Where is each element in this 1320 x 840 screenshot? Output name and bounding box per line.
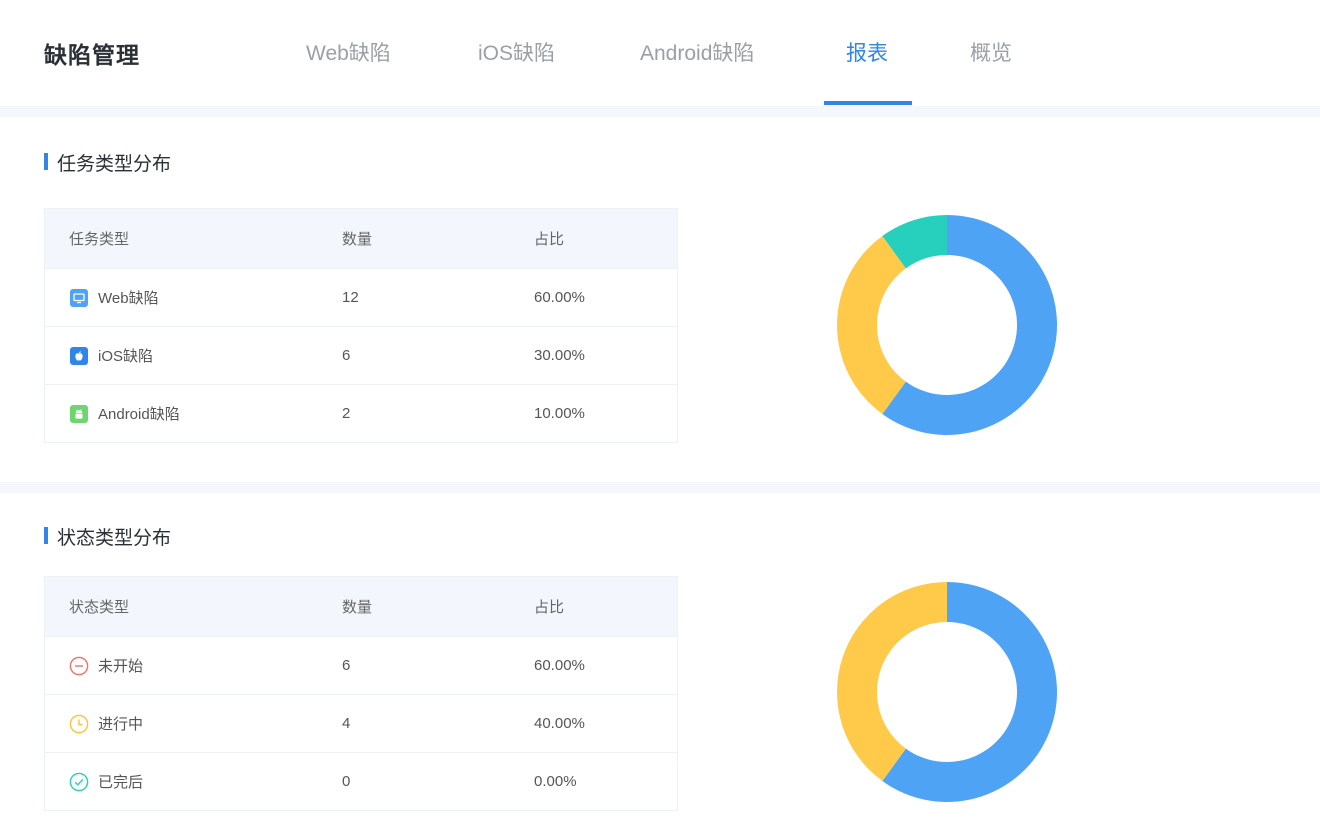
row-count: 6 (342, 347, 351, 364)
row-status-name: 未开始 (98, 658, 144, 675)
row-ratio: 60.00% (534, 657, 585, 674)
column-header-ratio: 占比 (534, 231, 565, 248)
table-row[interactable]: 进行中 4 40.00% (45, 694, 677, 752)
top-nav: 缺陷管理 Web缺陷 iOS缺陷 Android缺陷 报表 概览 (0, 0, 1320, 106)
donut-slice-2[interactable] (837, 236, 906, 414)
row-count: 6 (342, 657, 351, 674)
column-header-type: 任务类型 (69, 231, 130, 248)
monitor-icon (69, 288, 89, 308)
row-status-name: 进行中 (98, 716, 144, 733)
tab-android-defects[interactable]: Android缺陷 (640, 37, 754, 67)
row-type-name: Web缺陷 (98, 290, 159, 307)
row-count: 12 (342, 289, 359, 306)
clock-icon (69, 714, 89, 734)
column-header-ratio: 占比 (534, 599, 565, 616)
column-header-type: 状态类型 (69, 599, 130, 616)
minus-circle-icon (69, 656, 89, 676)
row-ratio: 60.00% (534, 289, 585, 306)
row-type-name: iOS缺陷 (98, 348, 154, 365)
check-circle-icon (69, 772, 89, 792)
app-title: 缺陷管理 (44, 42, 140, 68)
table-header-row: 状态类型 数量 占比 (45, 577, 677, 636)
task-type-section-title: 任务类型分布 (44, 149, 171, 176)
donut-slice-2[interactable] (837, 582, 947, 781)
table-header-row: 任务类型 数量 占比 (45, 209, 677, 268)
status-type-table: 状态类型 数量 占比 未开始 6 60.00% 进行中 4 40.00% 已完后 (44, 576, 678, 811)
section-divider (0, 482, 1320, 493)
tab-web-defects[interactable]: Web缺陷 (306, 37, 391, 67)
apple-icon (69, 346, 89, 366)
task-type-table: 任务类型 数量 占比 Web缺陷 12 60.00% iOS缺陷 6 30.00… (44, 208, 678, 443)
row-ratio: 40.00% (534, 715, 585, 732)
status-type-donut-chart (837, 582, 1057, 802)
row-ratio: 30.00% (534, 347, 585, 364)
row-ratio: 0.00% (534, 773, 577, 790)
row-type-name: Android缺陷 (98, 406, 180, 423)
column-header-count: 数量 (342, 231, 373, 248)
table-row[interactable]: iOS缺陷 6 30.00% (45, 326, 677, 384)
row-status-name: 已完后 (98, 774, 144, 791)
status-type-section-title: 状态类型分布 (44, 523, 171, 550)
table-row[interactable]: 未开始 6 60.00% (45, 636, 677, 694)
section-divider (0, 106, 1320, 117)
tab-overview[interactable]: 概览 (970, 37, 1012, 67)
task-type-donut-chart (837, 215, 1057, 435)
tab-ios-defects[interactable]: iOS缺陷 (478, 37, 555, 67)
table-row[interactable]: Android缺陷 2 10.00% (45, 384, 677, 442)
table-row[interactable]: 已完后 0 0.00% (45, 752, 677, 810)
column-header-count: 数量 (342, 599, 373, 616)
row-ratio: 10.00% (534, 405, 585, 422)
android-icon (69, 404, 89, 424)
tab-report[interactable]: 报表 (846, 37, 888, 67)
active-tab-indicator (824, 101, 912, 105)
table-row[interactable]: Web缺陷 12 60.00% (45, 268, 677, 326)
row-count: 4 (342, 715, 351, 732)
row-count: 2 (342, 405, 351, 422)
row-count: 0 (342, 773, 351, 790)
